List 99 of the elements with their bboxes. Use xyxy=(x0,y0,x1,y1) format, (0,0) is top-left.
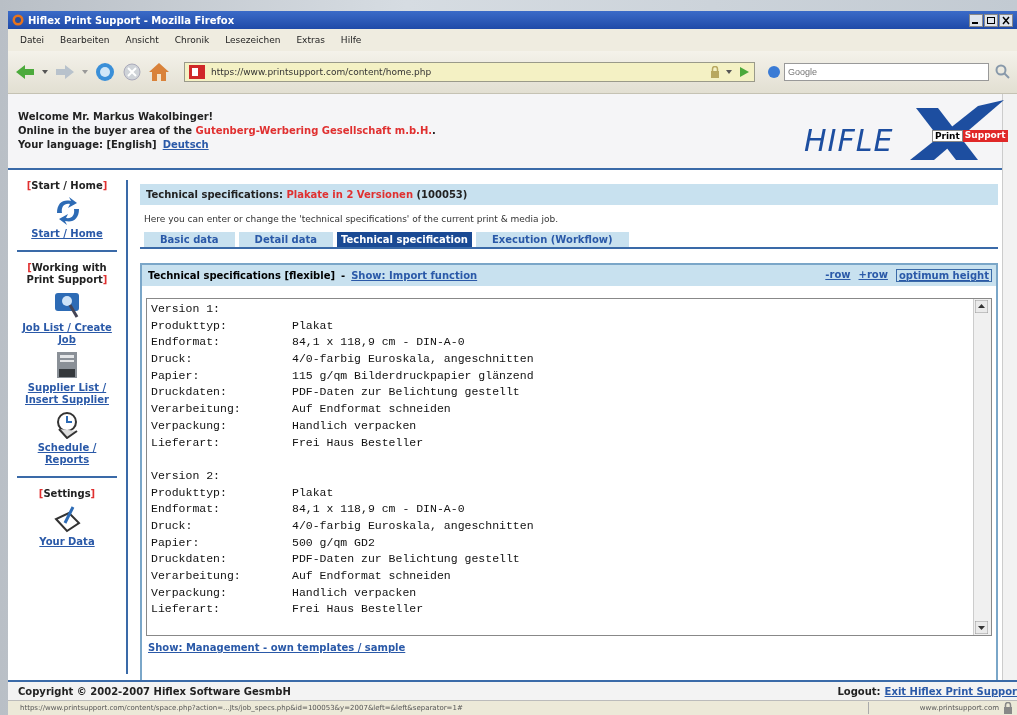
logo-wordmark: HIFLE xyxy=(804,123,894,158)
spec-value: Plakat xyxy=(292,317,334,334)
spec-value: Frei Haus Besteller xyxy=(292,601,424,618)
spec-label: Verarbeitung: xyxy=(151,568,242,584)
import-link[interactable]: Show: Import function xyxy=(351,270,478,281)
logout-label: Logout: xyxy=(837,685,881,697)
badge-support: Support xyxy=(962,130,1008,142)
forward-arrow-icon xyxy=(54,63,76,81)
dropdown-arrow-icon xyxy=(42,70,48,74)
search-icon xyxy=(995,64,1011,80)
spec-label: Druckdaten: xyxy=(151,551,228,568)
menu-item[interactable]: Bearbeiten xyxy=(60,35,110,45)
spec-value: 4/0-farbig Euroskala, angeschnitten xyxy=(292,351,534,368)
back-arrow-icon xyxy=(14,63,36,81)
spec-label: Endformat: xyxy=(151,501,221,518)
spec-label: Version 2: xyxy=(151,467,221,484)
stop-icon xyxy=(122,62,142,82)
spec-label: Papier: xyxy=(151,367,201,384)
menu-item[interactable]: Ansicht xyxy=(125,35,159,45)
spec-value: PDF-Daten zur Belichtung gestellt xyxy=(292,551,520,568)
padlock-icon xyxy=(1003,702,1013,714)
padlock-icon xyxy=(710,66,720,78)
spec-label: Produkttyp: xyxy=(151,484,228,501)
online-text: Online in the buyer area of the Gutenberg-Werbering Gesellschaft m.b.H.. xyxy=(18,124,436,138)
language-link[interactable]: Deutsch xyxy=(162,138,209,152)
row-action-link[interactable]: +row xyxy=(858,269,888,282)
spec-value: Auf Endformat schneiden xyxy=(292,401,451,418)
scroll-up-icon xyxy=(975,300,988,313)
row-action-link[interactable]: -row xyxy=(825,269,851,282)
minimize-icon xyxy=(969,13,983,27)
address-bar[interactable]: https://www.printsupport.com/content/home.php xyxy=(184,62,755,82)
spec-label: Druck: xyxy=(151,351,194,368)
sidebar-link[interactable]: Job List / Create Job xyxy=(17,322,117,346)
close-icon xyxy=(999,13,1013,27)
spec-label: Lieferart: xyxy=(151,601,221,618)
sidebar-link[interactable]: Supplier List / Insert Supplier xyxy=(17,382,117,406)
reload-icon xyxy=(94,61,116,83)
exit-link[interactable]: Exit Hiflex Print Suppor xyxy=(884,685,1017,697)
templates-link[interactable]: Show: Management - own templates / sample xyxy=(148,642,406,653)
spec-label: Verarbeitung: xyxy=(151,401,242,418)
section-title: Technical specifications: Plakate in 2 Versionen (100053) xyxy=(140,184,998,205)
menu-item[interactable]: Datei xyxy=(20,35,44,45)
intro-text: Here you can enter or change the 'technical specifications' of the current print & media job. xyxy=(143,213,560,226)
panel-title: Technical specifications [flexible] xyxy=(148,270,335,281)
menu-item[interactable]: Lesezeichen xyxy=(225,35,281,45)
spec-value: 4/0-farbig Euroskala, angeschnitten xyxy=(292,517,534,534)
spec-value: PDF-Daten zur Belichtung gestellt xyxy=(292,384,520,401)
tab[interactable]: Detail data xyxy=(238,232,333,247)
spec-value: 84,1 x 118,9 cm - DIN-A-0 xyxy=(292,501,465,518)
language-label: Your language: [English] xyxy=(18,138,157,152)
spec-label: Version 1: xyxy=(151,301,221,317)
menu-item[interactable]: Extras xyxy=(296,35,325,45)
tab[interactable]: Basic data xyxy=(144,232,235,247)
window-title: Hiflex Print Support - Mozilla Firefox xyxy=(28,14,236,26)
dropdown-arrow-icon xyxy=(82,70,88,74)
browser-icon xyxy=(12,14,24,26)
section-heading: [Settings] xyxy=(38,488,96,500)
go-arrow-icon xyxy=(738,66,750,78)
sidebar-link[interactable]: Schedule / Reports xyxy=(17,442,117,466)
spec-value: Handlich verpacken xyxy=(292,417,417,434)
scroll-down-icon xyxy=(975,621,988,634)
maximize-icon xyxy=(984,13,998,27)
spec-value: 115 g/qm Bilderdruckpapier glänzend xyxy=(292,367,534,384)
magnifier-icon xyxy=(53,291,81,319)
sidebar-link[interactable]: Start / Home xyxy=(31,228,103,240)
spec-label: Verpackung: xyxy=(151,417,228,434)
dropdown-arrow-icon xyxy=(726,70,732,74)
spec-label: Endformat: xyxy=(151,334,221,351)
menu-item[interactable]: Chronik xyxy=(174,35,210,45)
section-heading: [Working with Print Support] xyxy=(25,262,109,286)
spec-label: Druck: xyxy=(151,517,194,534)
separator-text: - xyxy=(341,270,346,281)
spec-value: Plakat xyxy=(292,484,334,501)
home-icon xyxy=(148,62,170,82)
welcome-text: Welcome Mr. Markus Wakolbinger! xyxy=(18,110,215,124)
spec-value: Frei Haus Besteller xyxy=(292,434,424,451)
pen-paper-icon xyxy=(53,505,81,533)
scrollbar[interactable] xyxy=(973,299,991,635)
spec-text-area[interactable] xyxy=(146,298,992,636)
row-action-link[interactable]: optimum height xyxy=(895,269,992,282)
badge-print: Print xyxy=(932,130,963,142)
menu-item[interactable]: Hilfe xyxy=(340,35,362,45)
tab[interactable]: Technical specification xyxy=(337,232,472,247)
spec-label: Produkttyp: xyxy=(151,317,228,334)
copyright-text: Copyright © 2002-2007 Hiflex Software GesmbH xyxy=(18,685,291,697)
section-heading: [Start / Home] xyxy=(26,180,108,192)
spec-label: Verpackung: xyxy=(151,584,228,601)
tab[interactable]: Execution (Workflow) xyxy=(476,232,629,247)
spec-value: 84,1 x 118,9 cm - DIN-A-0 xyxy=(292,334,465,351)
search-field[interactable]: Google xyxy=(784,63,989,81)
spec-value: 500 g/qm GD2 xyxy=(292,534,375,551)
spec-label: Papier: xyxy=(151,534,201,551)
search-engine-icon xyxy=(767,65,781,79)
sidebar-link[interactable]: Your Data xyxy=(39,536,95,548)
spec-label: Lieferart: xyxy=(151,434,221,451)
spec-value: Auf Endformat schneiden xyxy=(292,568,451,584)
spec-value: Handlich verpacken xyxy=(292,584,417,601)
spec-label: Druckdaten: xyxy=(151,384,228,401)
site-icon xyxy=(189,65,205,79)
